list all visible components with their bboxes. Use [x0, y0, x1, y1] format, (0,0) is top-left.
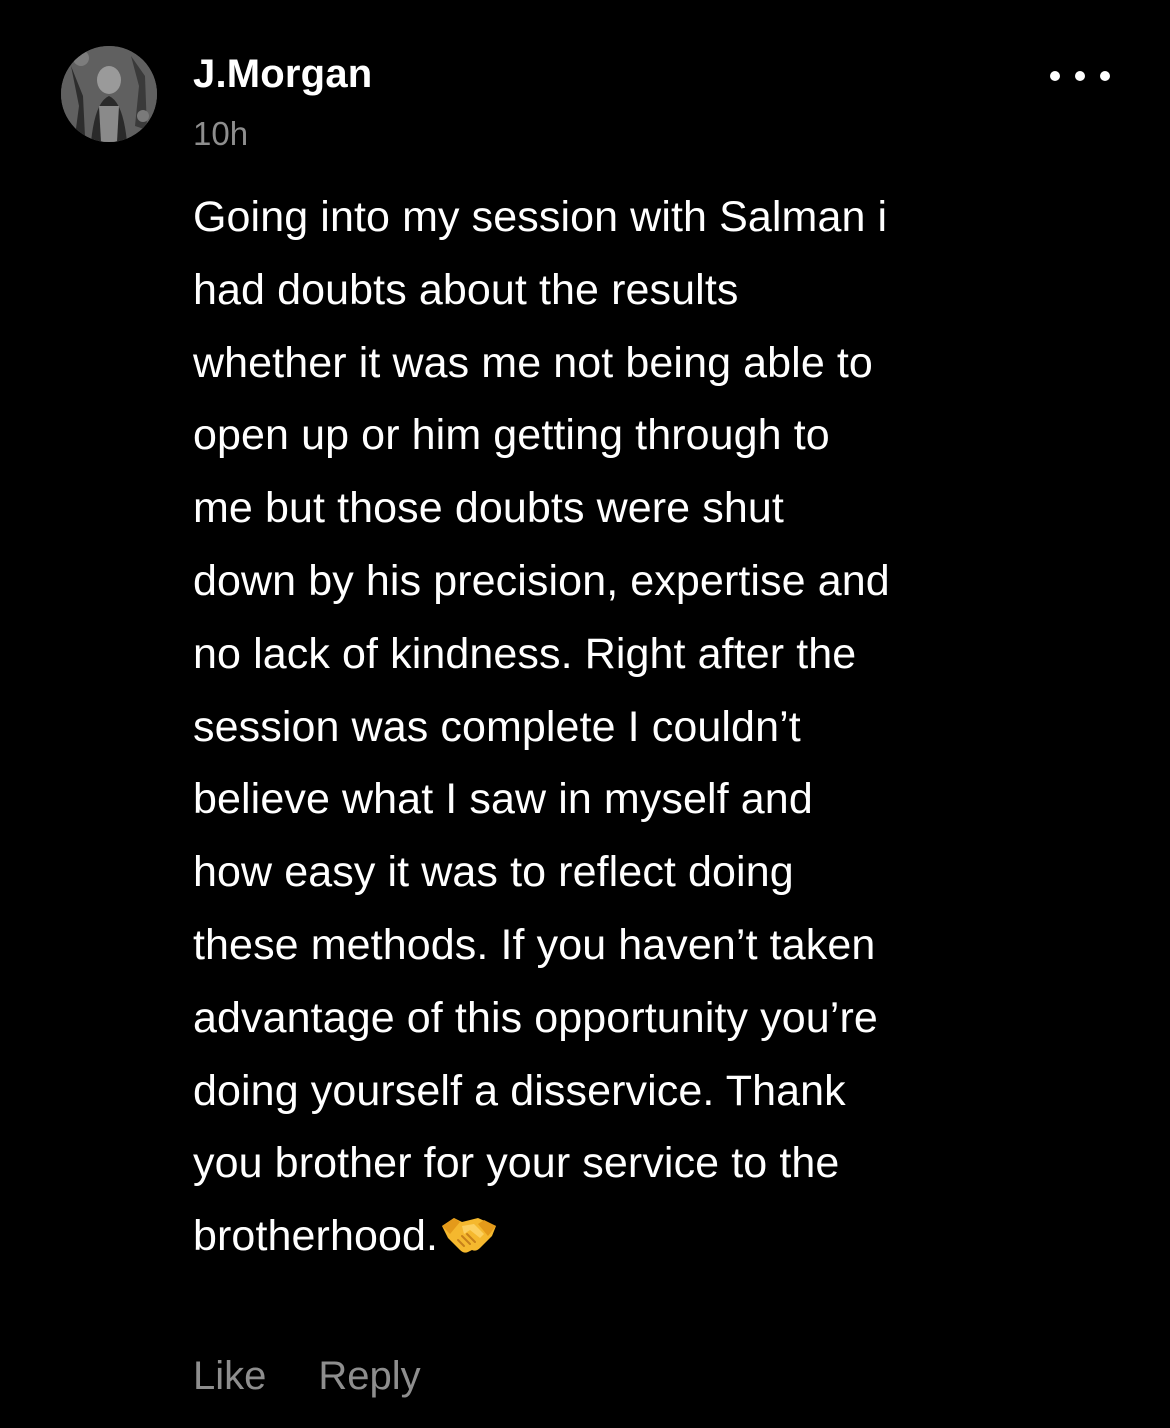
- more-options-button[interactable]: [1050, 58, 1110, 94]
- timestamp: 10h: [193, 115, 249, 152]
- comment-actions: Like Reply: [193, 1350, 421, 1402]
- like-button[interactable]: Like: [193, 1350, 266, 1402]
- author-name[interactable]: J.Morgan: [193, 50, 372, 98]
- avatar[interactable]: [61, 46, 157, 142]
- more-horizontal-icon: [1050, 71, 1060, 81]
- profile-photo-icon: [61, 46, 157, 142]
- comment-body: Going into my session with Salman i had …: [193, 181, 1063, 1273]
- comment-text: Going into my session with Salman i had …: [193, 193, 890, 1261]
- comment: J.Morgan 10h Going into my session with …: [0, 0, 1170, 1428]
- handshake-emoji-icon: [440, 1206, 498, 1253]
- reply-button[interactable]: Reply: [318, 1350, 420, 1402]
